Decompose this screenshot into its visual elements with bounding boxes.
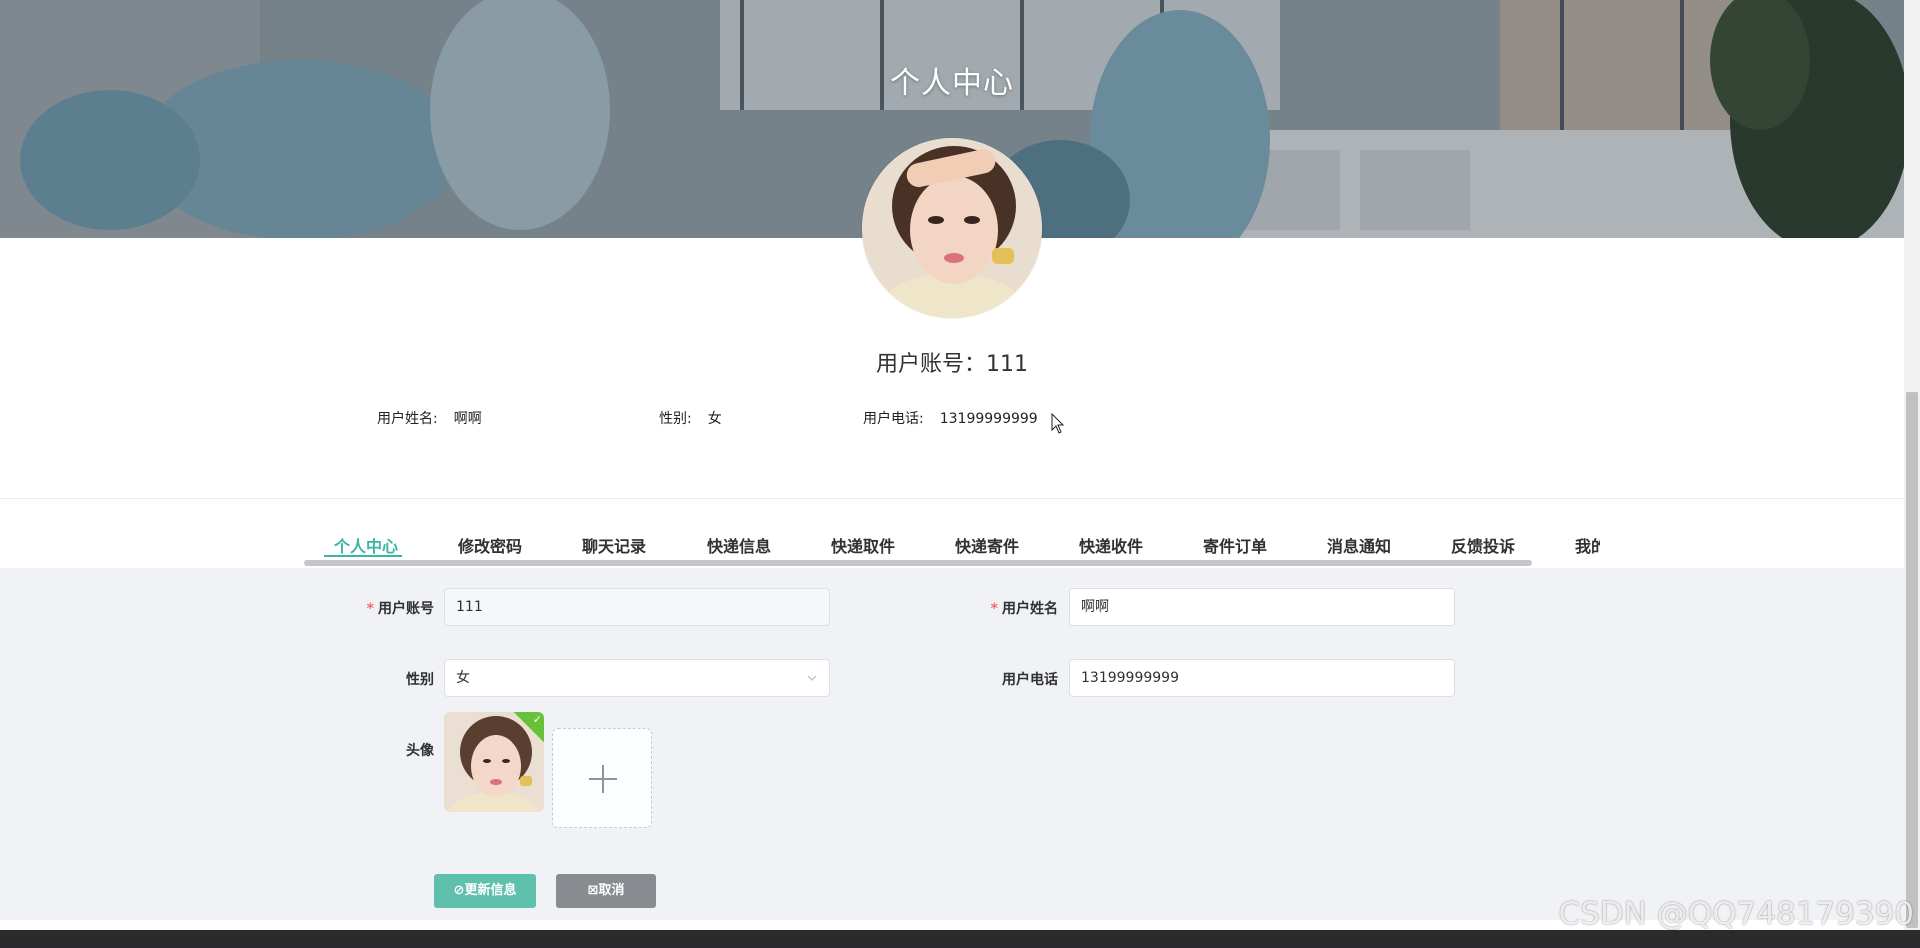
gender-select[interactable]: 女 (444, 659, 830, 697)
tab-express-pickup[interactable]: 快递取件 (831, 533, 895, 557)
phone-field-label: 用户电话 (1002, 672, 1058, 688)
avatar-image (862, 138, 1042, 318)
tab-express-info[interactable]: 快递信息 (707, 533, 771, 557)
cancel-button-label: 取消 (598, 883, 625, 898)
avatar-field-label: 头像 (406, 743, 434, 759)
profile-gender-value: 女 (707, 411, 722, 427)
gender-field-label: 性别 (406, 672, 434, 688)
required-mark-icon: * (990, 601, 998, 617)
name-field-label-text: 用户姓名 (1002, 601, 1058, 617)
profile-gender: 性别: 女 (659, 408, 722, 428)
page-scrollbar[interactable] (1904, 0, 1920, 930)
tab-list: 个人中心 修改密码 聊天记录 快递信息 快递取件 快递寄件 快递收件 寄件订单 … (304, 499, 1600, 563)
check-icon: ✓ (532, 712, 542, 726)
account-field-label-text: 用户账号 (378, 601, 434, 617)
tab-express-send[interactable]: 快递寄件 (955, 533, 1019, 557)
tab-active-indicator (324, 555, 402, 557)
cancel-button[interactable]: ⊠取消 (556, 874, 656, 908)
name-field[interactable]: 啊啊 (1069, 588, 1455, 626)
close-square-icon: ⊠ (587, 883, 599, 898)
profile-phone-label: 用户电话: (863, 411, 924, 427)
tab-express-receive[interactable]: 快递收件 (1079, 533, 1143, 557)
chevron-down-icon (807, 675, 817, 681)
tab-scrollbar[interactable] (304, 560, 1532, 566)
required-mark-icon: * (366, 601, 374, 617)
account-heading-label: 用户账号： (875, 352, 986, 377)
profile-phone-value: 13199999999 (939, 411, 1038, 427)
profile-phone: 用户电话: 13199999999 (863, 408, 1038, 428)
profile-name: 用户姓名: 啊啊 (377, 408, 482, 428)
tab-bar: 个人中心 修改密码 聊天记录 快递信息 快递取件 快递寄件 快递收件 寄件订单 … (0, 498, 1904, 569)
page-footer (0, 930, 1920, 948)
account-heading-value: 111 (986, 352, 1028, 377)
tab-my[interactable]: 我的 (1575, 533, 1600, 557)
profile-form (0, 568, 1904, 920)
check-circle-icon: ⊘ (453, 883, 465, 898)
tab-notifications[interactable]: 消息通知 (1327, 533, 1391, 557)
profile-name-label: 用户姓名: (377, 411, 438, 427)
tab-chat-history[interactable]: 聊天记录 (582, 533, 646, 557)
profile-gender-label: 性别: (659, 411, 692, 427)
account-field-label: * 用户账号 (334, 598, 434, 618)
tab-personal-center[interactable]: 个人中心 (334, 533, 398, 557)
avatar (862, 138, 1042, 318)
mouse-cursor-icon (1051, 413, 1065, 434)
update-info-button-label: 更新信息 (464, 883, 517, 898)
page-title: 个人中心 (890, 66, 1014, 101)
name-field-label: * 用户姓名 (958, 598, 1058, 618)
avatar-upload-button[interactable] (552, 728, 652, 828)
account-heading: 用户账号：111 (0, 346, 1904, 378)
tab-send-orders[interactable]: 寄件订单 (1203, 533, 1267, 557)
account-field[interactable]: 111 (444, 588, 830, 626)
phone-field[interactable]: 13199999999 (1069, 659, 1455, 697)
gender-select-value: 女 (456, 670, 470, 686)
page-scrollbar-thumb[interactable] (1906, 392, 1918, 928)
tab-feedback[interactable]: 反馈投诉 (1451, 533, 1515, 557)
watermark: CSDN @QQ748179390 (1558, 896, 1914, 932)
tab-change-password[interactable]: 修改密码 (458, 533, 522, 557)
profile-name-value: 啊啊 (453, 411, 482, 427)
update-info-button[interactable]: ⊘更新信息 (434, 874, 536, 908)
uploaded-avatar-thumbnail[interactable]: ✓ (444, 712, 544, 812)
